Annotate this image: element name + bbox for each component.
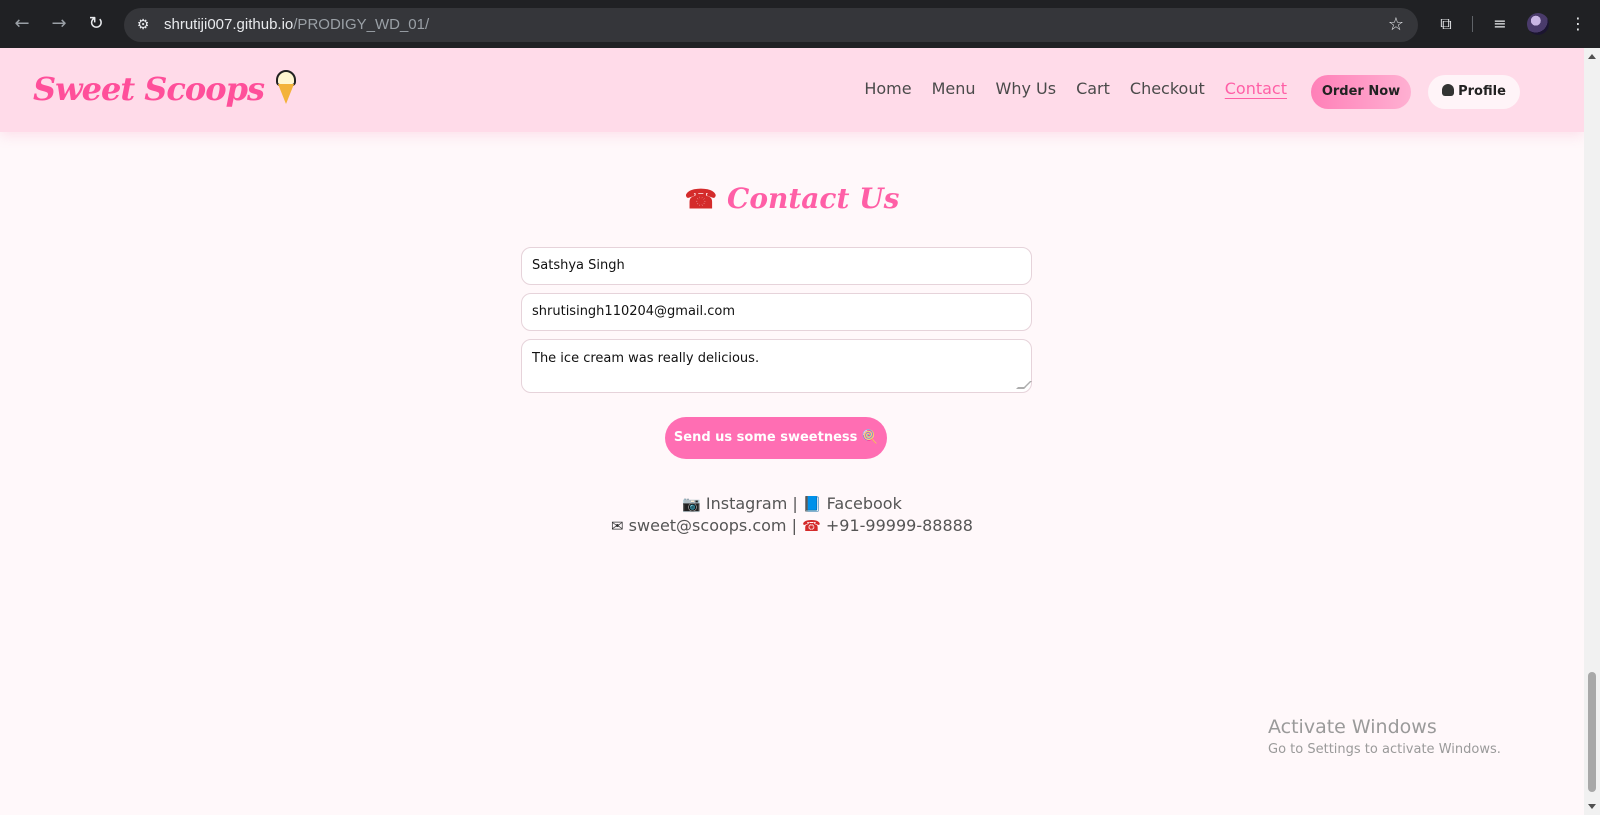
instagram-link[interactable]: Instagram xyxy=(706,494,787,513)
nav-home[interactable]: Home xyxy=(864,79,911,98)
contact-details: ✉ sweet@scoops.com | ☎ +91-99999-88888 xyxy=(0,515,1584,537)
email-text[interactable]: sweet@scoops.com xyxy=(629,516,787,535)
browser-toolbar: ← → ↻ ⚙ shrutiji007.github.io/PRODIGY_WD… xyxy=(0,0,1600,48)
toolbar-divider xyxy=(1472,16,1473,32)
site-header: Sweet Scoops Home Menu Why Us Cart Check… xyxy=(0,48,1584,132)
reload-icon[interactable]: ↻ xyxy=(84,12,108,36)
profile-label: Profile xyxy=(1458,84,1506,99)
email-input[interactable]: shrutisingh110204@gmail.com xyxy=(521,293,1032,331)
separator: | xyxy=(791,516,797,535)
site-settings-icon[interactable]: ⚙ xyxy=(132,14,154,36)
back-icon[interactable]: ← xyxy=(10,12,34,36)
forward-icon[interactable]: → xyxy=(47,12,71,36)
contact-title-text: Contact Us xyxy=(727,182,900,215)
book-icon: 📘 xyxy=(802,495,822,513)
activate-windows-watermark: Activate Windows Go to Settings to activ… xyxy=(1268,714,1501,760)
contact-heading: ☎ Contact Us xyxy=(0,182,1584,215)
nav-menu[interactable]: Menu xyxy=(932,79,976,98)
bookmark-star-icon[interactable]: ☆ xyxy=(1384,13,1408,37)
scroll-down-icon[interactable] xyxy=(1588,804,1596,809)
main-nav: Home Menu Why Us Cart Checkout Contact xyxy=(864,79,1287,98)
order-now-button[interactable]: Order Now xyxy=(1311,75,1411,109)
contact-info: 📷 Instagram | 📘 Facebook ✉ sweet@scoops.… xyxy=(0,493,1584,537)
profile-avatar[interactable] xyxy=(1527,13,1549,35)
url-path: /PRODIGY_WD_01/ xyxy=(293,16,430,33)
nav-why-us[interactable]: Why Us xyxy=(996,79,1057,98)
telephone-icon: ☎ xyxy=(802,517,821,535)
logo-text: Sweet Scoops xyxy=(33,70,265,108)
logo[interactable]: Sweet Scoops xyxy=(33,70,298,108)
message-text: The ice cream was really delicious. xyxy=(532,351,760,366)
name-input[interactable]: Satshya Singh xyxy=(521,247,1032,285)
envelope-icon: ✉ xyxy=(611,517,624,535)
nav-checkout[interactable]: Checkout xyxy=(1130,79,1205,98)
facebook-link[interactable]: Facebook xyxy=(827,494,902,513)
nav-cart[interactable]: Cart xyxy=(1076,79,1110,98)
nav-contact[interactable]: Contact xyxy=(1225,79,1287,98)
vertical-scrollbar[interactable] xyxy=(1584,48,1600,815)
url-host: shrutiji007.github.io xyxy=(164,16,294,33)
url-text[interactable]: shrutiji007.github.io/PRODIGY_WD_01/ xyxy=(164,16,429,33)
web-page: Sweet Scoops Home Menu Why Us Cart Check… xyxy=(0,48,1584,815)
separator: | xyxy=(792,494,798,513)
send-button[interactable]: Send us some sweetness 🍭 xyxy=(665,417,887,459)
phone-text[interactable]: +91-99999-88888 xyxy=(826,516,973,535)
resize-handle-icon[interactable] xyxy=(1016,381,1032,389)
media-controls-icon[interactable]: ≡ xyxy=(1488,12,1512,36)
watermark-title: Activate Windows xyxy=(1268,716,1437,738)
telephone-icon: ☎ xyxy=(684,185,718,215)
address-bar[interactable]: ⚙ shrutiji007.github.io/PRODIGY_WD_01/ ☆ xyxy=(124,8,1418,42)
ice-cream-icon xyxy=(274,70,298,106)
scrollbar-thumb[interactable] xyxy=(1588,672,1596,792)
extensions-icon[interactable]: ⧉ xyxy=(1434,12,1458,36)
user-icon xyxy=(1442,84,1455,96)
profile-button[interactable]: Profile xyxy=(1428,75,1520,109)
scroll-up-icon[interactable] xyxy=(1588,54,1596,59)
message-textarea[interactable]: The ice cream was really delicious. xyxy=(521,339,1032,393)
camera-icon: 📷 xyxy=(682,495,701,513)
watermark-subtitle: Go to Settings to activate Windows. xyxy=(1268,742,1501,757)
social-links: 📷 Instagram | 📘 Facebook xyxy=(0,493,1584,515)
menu-icon[interactable]: ⋮ xyxy=(1566,12,1590,36)
